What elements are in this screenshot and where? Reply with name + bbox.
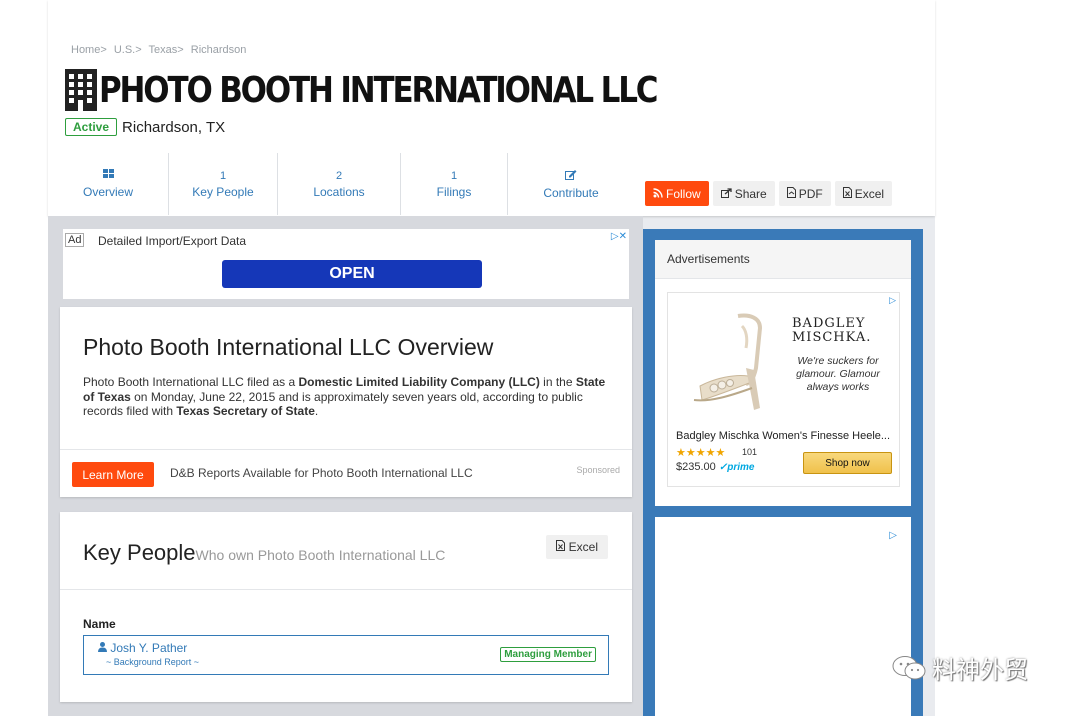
ad-label: Ad [65, 233, 85, 247]
shoe-image [693, 313, 763, 410]
rating-count: 101 [742, 447, 758, 457]
name-column-header: Name [83, 617, 116, 631]
excel-icon [842, 186, 852, 201]
tab-label: Key People [192, 184, 254, 199]
building-icon [65, 69, 97, 111]
tab-count: 1 [450, 169, 458, 182]
overview-title: Photo Booth International LLC Overview [83, 334, 494, 360]
top-ad-banner[interactable]: Ad Detailed Import/Export Data ▷✕ OPEN [63, 229, 629, 299]
star-rating: ★★★★★ [676, 447, 726, 459]
tab-key-people[interactable]: 1 Key People [169, 153, 278, 215]
sidebar: Advertisements ▷ BADGLEY MISCHKA. We're s… [643, 229, 923, 716]
wechat-icon [892, 655, 926, 679]
pdf-label: PDF [798, 186, 823, 201]
advertisements-heading: Advertisements [655, 240, 911, 279]
tab-count: 1 [219, 169, 227, 182]
ad-choices-close-icon[interactable]: ▷✕ [611, 231, 627, 242]
excel-icon [556, 540, 568, 554]
ad-brand: BADGLEY MISCHKA. [792, 316, 872, 345]
role-badge: Managing Member [500, 647, 596, 662]
breadcrumb-home[interactable]: Home> [71, 44, 107, 56]
ad-choices-icon[interactable]: ▷ [889, 530, 897, 541]
key-people-subtitle: Who own Photo Booth International LLC [195, 547, 446, 563]
company-header: Home> U.S.> Texas> Richardson PHOTO BOOT… [48, 0, 935, 216]
pdf-icon [786, 186, 796, 201]
tab-locations[interactable]: 2 Locations [278, 153, 401, 215]
watermark: 料神外贸 [892, 650, 1028, 685]
share-icon [720, 187, 732, 201]
tab-overview[interactable]: Overview [48, 153, 169, 215]
ad-choices-icon[interactable]: ▷ [889, 295, 896, 306]
ad-tagline: We're suckers for glamour. Glamour alway… [796, 355, 880, 393]
divider [60, 589, 632, 590]
sponsored-label: Sponsored [576, 465, 620, 475]
tab-label: Overview [82, 185, 133, 199]
divider [60, 449, 632, 450]
overview-card: Photo Booth International LLC Overview P… [60, 307, 632, 497]
breadcrumb: Home> U.S.> Texas> Richardson [71, 44, 250, 56]
breadcrumb-us[interactable]: U.S.> [114, 44, 142, 56]
right-gutter [935, 0, 1080, 716]
company-location: Richardson, TX [122, 118, 226, 136]
tab-label: Locations [313, 184, 365, 199]
excel-button[interactable]: Excel [834, 181, 893, 206]
grid-icon [102, 169, 114, 182]
second-ad-panel: ▷ [655, 517, 911, 716]
learn-more-button[interactable]: Learn More [72, 462, 154, 487]
pdf-button[interactable]: PDF [778, 181, 831, 206]
tab-bar: Overview 1 Key People 2 Locations 1 Fili… [48, 153, 634, 216]
tab-count: 2 [335, 169, 343, 182]
page-title: PHOTO BOOTH INTERNATIONAL LLC [99, 69, 659, 111]
share-button[interactable]: Share [712, 181, 775, 206]
prime-logo: ✓prime [718, 462, 755, 473]
advertisements-panel: Advertisements ▷ BADGLEY MISCHKA. We're s… [655, 240, 911, 506]
edit-icon [565, 169, 577, 183]
left-gutter [0, 0, 48, 716]
action-buttons: Follow Share PDF Excel [645, 181, 893, 206]
filing-agency: Texas Secretary of State [176, 404, 315, 418]
key-people-card: Key PeopleWho own Photo Booth Internatio… [60, 512, 632, 702]
ad-text: Detailed Import/Export Data [98, 234, 247, 248]
ad-open-button[interactable]: OPEN [222, 260, 482, 288]
key-people-excel-button[interactable]: Excel [546, 535, 608, 559]
background-report-link[interactable]: ~ Background Report ~ [106, 657, 199, 667]
excel-label: Excel [854, 186, 885, 201]
person-row[interactable]: Josh Y. Pather ~ Background Report ~ Man… [83, 635, 609, 675]
status-badge: Active [65, 118, 118, 136]
tab-label: Filings [436, 184, 472, 199]
title-row: PHOTO BOOTH INTERNATIONAL LLC [65, 66, 747, 114]
shop-now-button[interactable]: Shop now [803, 452, 892, 474]
tab-contribute[interactable]: Contribute [508, 153, 634, 215]
product-name[interactable]: Badgley Mischka Women's Finesse Heele... [676, 430, 890, 442]
follow-button[interactable]: Follow [645, 181, 709, 206]
tab-label: Contribute [543, 185, 599, 200]
main-content: Ad Detailed Import/Export Data ▷✕ OPEN P… [48, 216, 643, 716]
key-people-title: Key PeopleWho own Photo Booth Internatio… [83, 540, 446, 565]
rss-icon [653, 187, 663, 201]
entity-type: Domestic Limited Liability Company (LLC) [298, 375, 540, 389]
tab-filings[interactable]: 1 Filings [401, 153, 508, 215]
product-price: $235.00 ✓prime [676, 461, 755, 473]
product-ad[interactable]: ▷ BADGLEY MISCHKA. We're suckers for glam… [667, 292, 900, 487]
status-row: Active Richardson, TX [65, 118, 225, 136]
excel-label: Excel [568, 540, 598, 554]
user-icon [98, 642, 107, 652]
share-label: Share [734, 186, 767, 201]
overview-text: Photo Booth International LLC filed as a… [83, 375, 606, 418]
breadcrumb-texas[interactable]: Texas> [149, 44, 184, 56]
person-name[interactable]: Josh Y. Pather [98, 641, 187, 655]
breadcrumb-richardson[interactable]: Richardson [191, 44, 247, 56]
dnb-reports-link[interactable]: D&B Reports Available for Photo Booth In… [170, 466, 473, 480]
watermark-text: 料神外贸 [932, 656, 1028, 684]
follow-label: Follow [666, 186, 701, 201]
